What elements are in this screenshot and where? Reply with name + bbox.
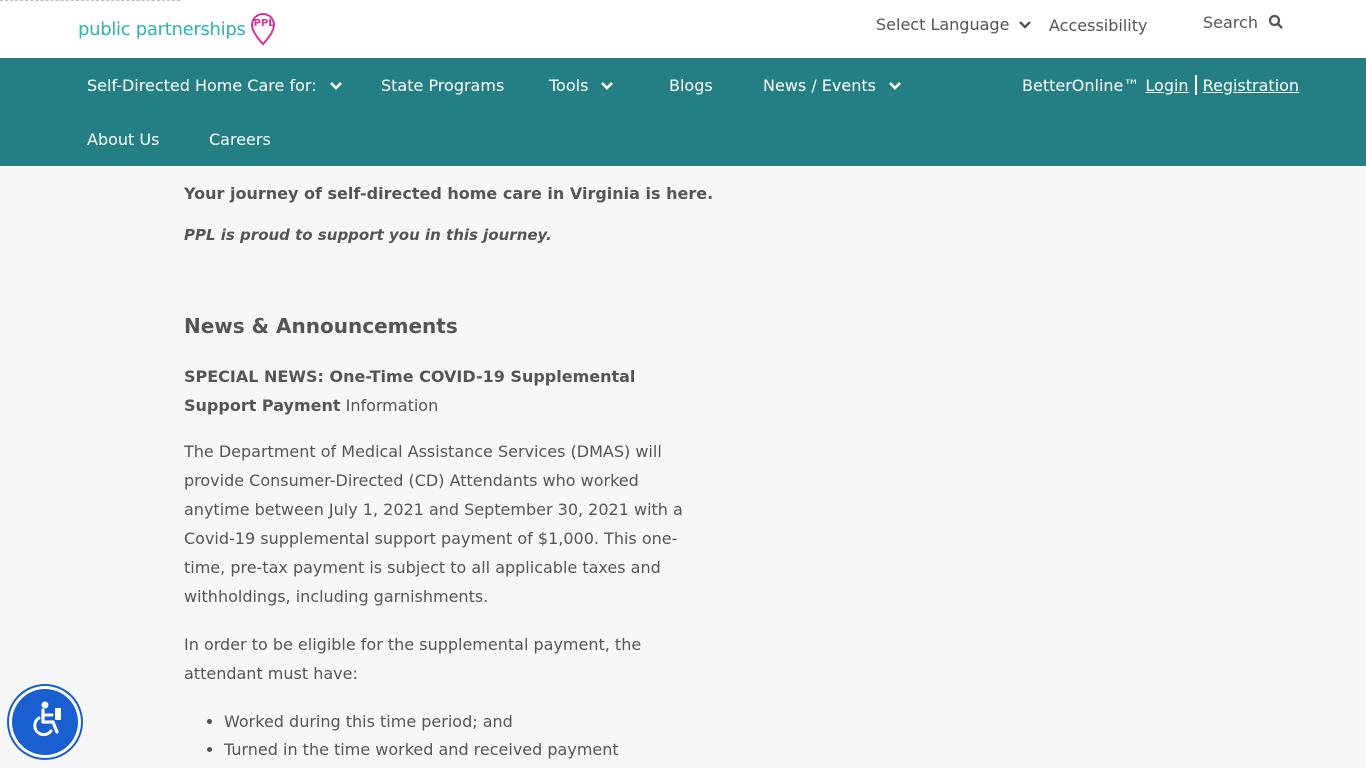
nav-label: Self-Directed Home Care for: <box>87 75 317 95</box>
nav-label: Tools <box>549 75 589 95</box>
eligibility-list: Worked during this time period; and Turn… <box>184 708 724 764</box>
nav-blogs[interactable]: Blogs <box>669 73 713 97</box>
wheelchair-icon <box>23 698 67 746</box>
search-label: Search <box>1203 12 1258 32</box>
main-navigation: Self-Directed Home Care for: State Progr… <box>0 58 1366 166</box>
section-title: News & Announcements <box>184 314 458 338</box>
select-language-label: Select Language <box>876 14 1010 34</box>
paragraph-eligibility: In order to be eligible for the suppleme… <box>184 635 642 683</box>
better-online-group: BetterOnline™ Login Registration <box>1022 73 1299 97</box>
nav-label: Blogs <box>669 75 713 95</box>
nav-label: News / Events <box>763 75 876 95</box>
ppl-pin-icon: PPL <box>248 12 278 46</box>
logo-text: public partnerships <box>78 18 246 40</box>
accessibility-label: Accessibility <box>1049 15 1148 35</box>
chevron-down-icon <box>600 78 614 92</box>
nav-label: Careers <box>209 129 271 149</box>
search-icon <box>1268 14 1284 30</box>
accessibility-link[interactable]: Accessibility <box>1049 14 1147 36</box>
registration-link[interactable]: Registration <box>1203 76 1299 95</box>
logo-badge-text: PPL <box>253 18 275 29</box>
nav-careers[interactable]: Careers <box>209 127 271 151</box>
nav-label: State Programs <box>381 75 505 95</box>
better-online-label: BetterOnline™ <box>1022 75 1140 95</box>
paragraph-dmas: The Department of Medical Assistance Ser… <box>184 442 683 606</box>
nav-about-us[interactable]: About Us <box>87 127 159 151</box>
nav-tools[interactable]: Tools <box>549 73 614 97</box>
accessibility-widget-button[interactable] <box>12 689 78 755</box>
nav-label: About Us <box>87 129 160 149</box>
intro-italic-text: PPL is proud to support you in this jour… <box>184 226 552 244</box>
chevron-down-icon <box>329 78 343 92</box>
special-news-rest: Information <box>340 396 439 415</box>
divider <box>1194 75 1197 95</box>
chevron-down-icon <box>888 78 902 92</box>
list-item: Turned in the time worked and received p… <box>224 736 724 764</box>
select-language-dropdown[interactable]: Select Language <box>876 13 1032 35</box>
top-header: public partnerships PPL Select Language … <box>0 0 1366 58</box>
list-item: Worked during this time period; and <box>224 708 724 736</box>
nav-self-directed-home-care[interactable]: Self-Directed Home Care for: <box>87 73 343 97</box>
special-news: SPECIAL NEWS: One-Time COVID-19 Suppleme… <box>184 362 674 420</box>
focus-outline <box>0 0 180 2</box>
intro-text: Your journey of self-directed home care … <box>184 184 714 203</box>
nav-news-events[interactable]: News / Events <box>763 73 902 97</box>
site-logo[interactable]: public partnerships PPL <box>78 12 278 46</box>
nav-state-programs[interactable]: State Programs <box>381 73 504 97</box>
login-link[interactable]: Login <box>1145 76 1188 95</box>
search-button[interactable]: Search <box>1203 11 1284 33</box>
chevron-down-icon <box>1018 17 1032 31</box>
